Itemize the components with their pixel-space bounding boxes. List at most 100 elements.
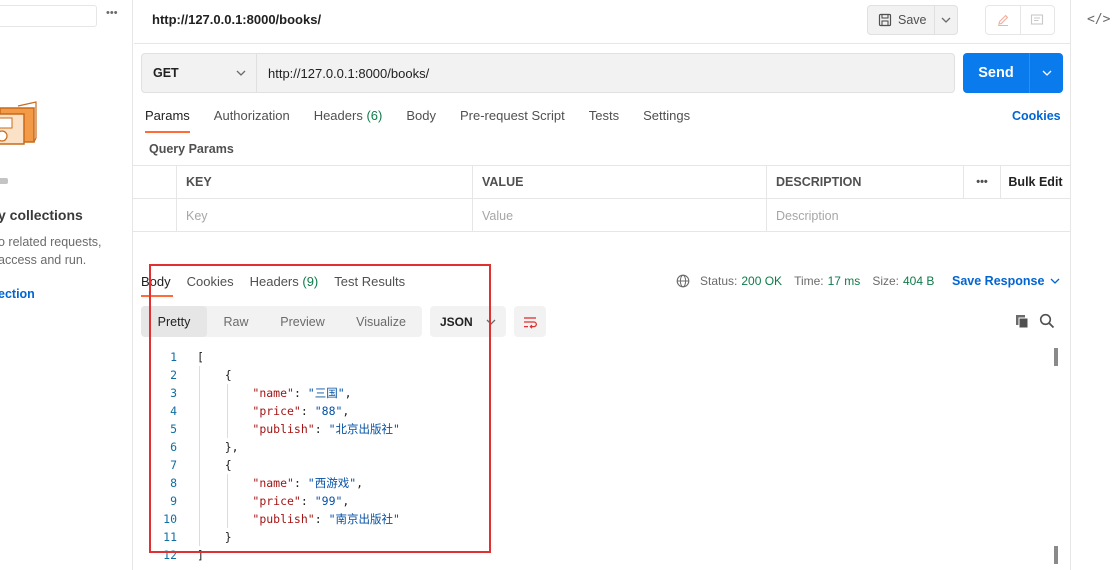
url-input[interactable]: http://127.0.0.1:8000/books/: [257, 54, 954, 92]
param-key-input[interactable]: Key: [176, 199, 473, 232]
status-value[interactable]: 200 OK: [741, 274, 782, 288]
wrap-lines-button[interactable]: [514, 306, 546, 337]
illustration-shadow: [0, 178, 8, 184]
save-options-button[interactable]: [935, 17, 957, 23]
json-key: "publish": [252, 512, 315, 526]
request-title-bar: http://127.0.0.1:8000/books/ Save: [134, 0, 1070, 44]
code-line: 2 {: [150, 366, 1050, 384]
line-number: 1: [170, 350, 177, 364]
code-text: {: [197, 458, 232, 472]
search-icon[interactable]: [1039, 313, 1055, 329]
json-colon: :: [314, 512, 329, 526]
params-more-icon[interactable]: •••: [963, 166, 1000, 198]
json-trail: ,: [344, 386, 352, 400]
code-line: 7 {: [150, 456, 1050, 474]
save-button[interactable]: Save: [868, 6, 935, 34]
code-text: }: [197, 530, 232, 544]
save-response-button[interactable]: Save Response: [952, 274, 1060, 288]
code-text: "name": "三国",: [197, 385, 352, 401]
right-sidebar: </>: [1070, 0, 1113, 570]
empty-collections-title: y collections: [0, 207, 83, 223]
chevron-down-icon: [1042, 70, 1051, 76]
line-number: 3: [170, 386, 177, 400]
scrollbar-thumb-bottom[interactable]: [1054, 546, 1058, 564]
format-select[interactable]: JSON: [430, 306, 506, 337]
send-button-group[interactable]: Send: [963, 53, 1063, 93]
response-tab-body[interactable]: Body: [141, 274, 173, 297]
json-value: "88": [314, 404, 343, 418]
code-text: {: [197, 368, 232, 382]
code-text: "price": "99",: [197, 494, 349, 508]
json-value: "南京出版社": [328, 512, 400, 526]
json-key: "publish": [252, 422, 315, 436]
tab-pre-request-script[interactable]: Pre-request Script: [460, 108, 565, 132]
request-title[interactable]: http://127.0.0.1:8000/books/: [152, 12, 321, 27]
send-button[interactable]: Send: [963, 53, 1030, 93]
line-number: 12: [163, 548, 177, 562]
params-key-header: KEY: [176, 166, 473, 198]
chevron-down-icon: [236, 70, 246, 76]
json-key: "price": [252, 494, 301, 508]
json-colon: :: [293, 386, 308, 400]
comments-button[interactable]: [1021, 6, 1055, 34]
create-collection-link[interactable]: ection: [0, 287, 35, 301]
time-label: Time:: [794, 274, 824, 288]
tab-body[interactable]: Body: [406, 108, 436, 132]
send-options-button[interactable]: [1030, 53, 1063, 93]
line-number: 4: [170, 404, 177, 418]
param-value-input[interactable]: Value: [472, 199, 766, 232]
view-preview-tab[interactable]: Preview: [265, 306, 340, 337]
tab-params[interactable]: Params: [145, 108, 190, 133]
request-tabs: Params Authorization Headers (6) Body Pr…: [145, 108, 714, 133]
cookies-link[interactable]: Cookies: [1012, 109, 1061, 123]
tab-headers[interactable]: Headers (6): [314, 108, 383, 132]
line-number: 2: [170, 368, 177, 382]
code-line: 9 "price": "99",: [150, 492, 1050, 510]
response-code-viewer[interactable]: 1[2 {3 "name": "三国", 4 "price": "88", 5 "p…: [150, 348, 1050, 570]
line-number: 11: [163, 530, 177, 544]
globe-icon[interactable]: [676, 274, 690, 288]
method-select[interactable]: GET: [142, 54, 257, 92]
code-text: "name": "西游戏",: [197, 475, 363, 491]
code-line: 4 "price": "88",: [150, 402, 1050, 420]
view-raw-tab[interactable]: Raw: [207, 306, 265, 337]
response-tab-headers[interactable]: Headers (9): [250, 274, 319, 295]
tab-tests[interactable]: Tests: [589, 108, 619, 132]
response-tab-headers-label: Headers: [249, 274, 299, 289]
code-snippet-icon[interactable]: </>: [1087, 12, 1110, 27]
size-value[interactable]: 404 B: [903, 274, 934, 288]
save-icon: [878, 13, 892, 27]
save-label: Save: [898, 13, 927, 27]
json-colon: :: [300, 404, 315, 418]
json-colon: :: [293, 476, 308, 490]
code-line: 11 }: [150, 528, 1050, 546]
chevron-down-icon: [941, 17, 951, 23]
response-tab-cookies[interactable]: Cookies: [187, 274, 234, 295]
tab-authorization[interactable]: Authorization: [214, 108, 290, 132]
params-row-checkbox: [133, 199, 177, 232]
tab-settings[interactable]: Settings: [643, 108, 690, 132]
edit-button[interactable]: [986, 6, 1021, 34]
time-value[interactable]: 17 ms: [828, 274, 861, 288]
response-tab-test-results[interactable]: Test Results: [334, 274, 405, 295]
json-trail: ,: [356, 476, 364, 490]
code-scrollbar[interactable]: [1053, 348, 1059, 570]
sidebar-more-icon[interactable]: •••: [106, 7, 118, 19]
json-key: "name": [252, 476, 294, 490]
save-button-group[interactable]: Save: [867, 5, 958, 35]
empty-collections-description: o related requests, access and run.: [0, 233, 102, 269]
view-visualize-tab[interactable]: Visualize: [340, 306, 422, 337]
chevron-down-icon: [1050, 278, 1060, 284]
scrollbar-thumb[interactable]: [1054, 348, 1058, 366]
response-meta: Status: 200 OK Time: 17 ms Size: 404 B: [676, 274, 946, 288]
sidebar-search-input[interactable]: [0, 5, 97, 27]
view-pretty-tab[interactable]: Pretty: [141, 306, 207, 337]
bulk-edit-button[interactable]: Bulk Edit: [1000, 166, 1070, 198]
param-description-input[interactable]: Description: [766, 199, 1070, 232]
copy-icon[interactable]: [1014, 313, 1030, 329]
